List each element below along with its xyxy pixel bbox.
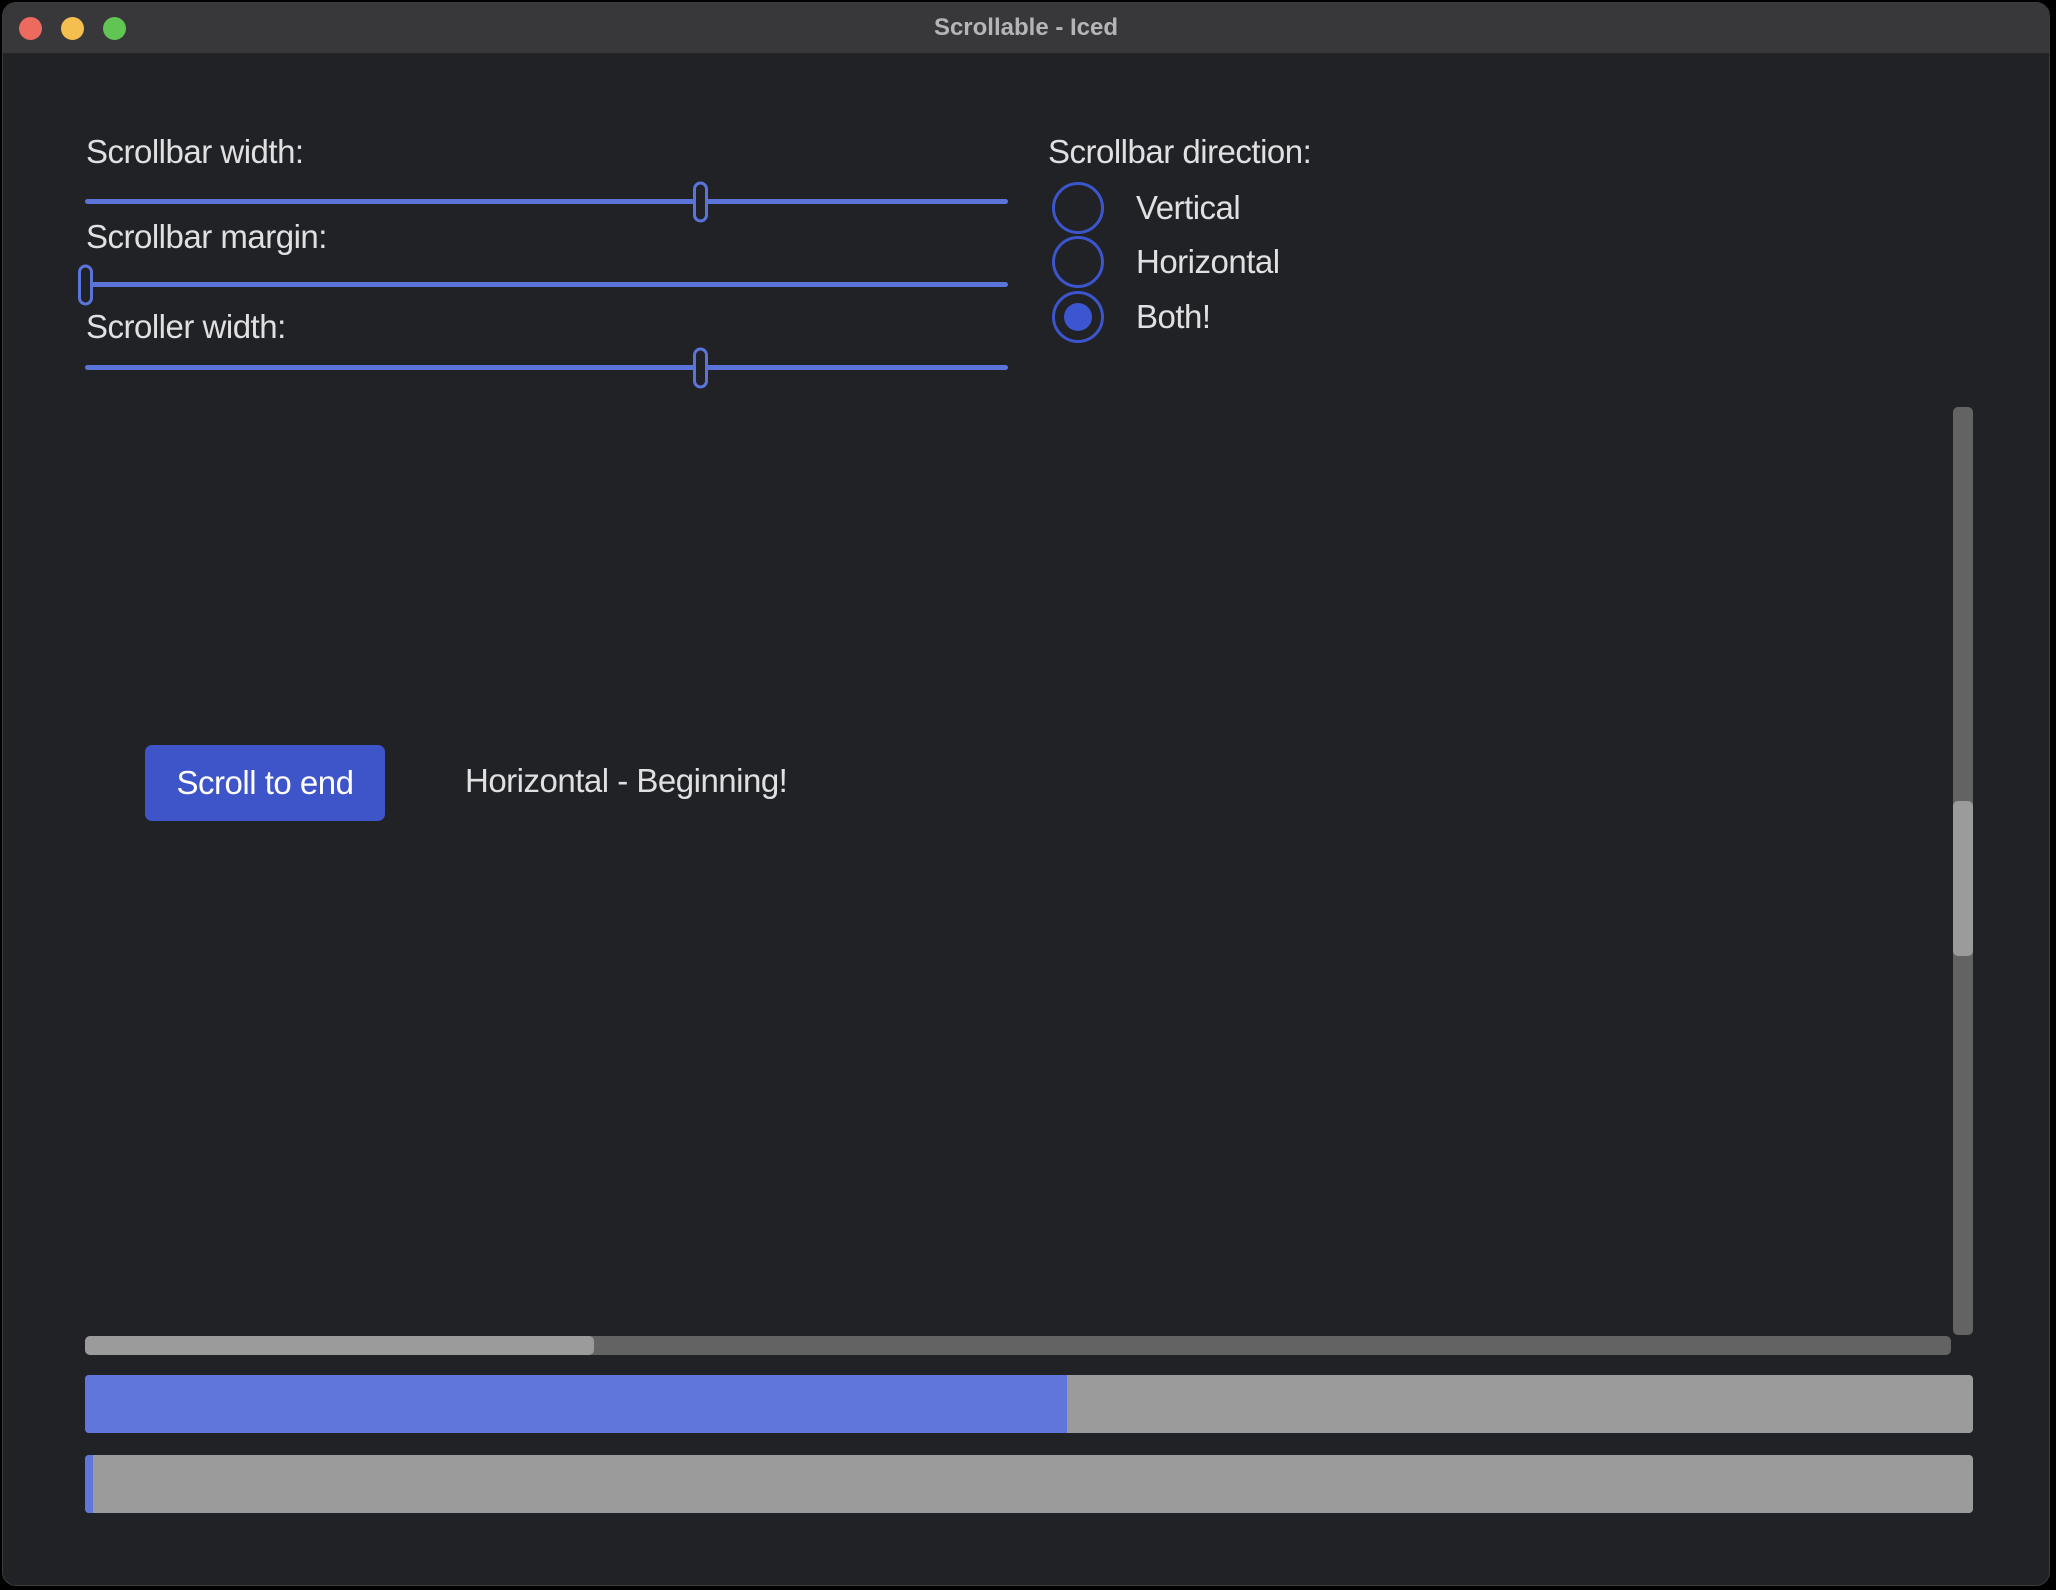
window-controls — [19, 3, 126, 53]
close-window-button[interactable] — [19, 17, 42, 40]
scroller-width-label: Scroller width: — [86, 309, 286, 345]
scrollbar-margin-label: Scrollbar margin: — [86, 219, 327, 255]
vertical-scrollbar-track[interactable] — [1953, 407, 1973, 1335]
scrollbar-width-label: Scrollbar width: — [86, 134, 304, 170]
radio-horizontal[interactable]: Horizontal — [1052, 235, 1280, 289]
radio-horizontal-circle[interactable] — [1052, 236, 1104, 288]
app-window: Scrollable - Iced Scrollbar width: Scrol… — [2, 2, 2050, 1586]
minimize-window-button[interactable] — [61, 17, 84, 40]
vertical-progress-bar — [85, 1455, 1973, 1513]
vertical-scrollbar-thumb[interactable] — [1953, 801, 1973, 956]
scrollbar-margin-slider-handle[interactable] — [78, 264, 93, 305]
radio-vertical-circle[interactable] — [1052, 182, 1104, 234]
scroller-width-slider[interactable] — [85, 365, 1008, 370]
window-title: Scrollable - Iced — [934, 14, 1118, 42]
scrollbar-direction-label: Scrollbar direction: — [1048, 134, 1311, 170]
radio-both-label: Both! — [1136, 298, 1211, 336]
scroller-width-slider-handle[interactable] — [693, 347, 708, 388]
zoom-window-button[interactable] — [103, 17, 126, 40]
scrollbar-width-slider-handle[interactable] — [693, 181, 708, 222]
radio-both-circle[interactable] — [1052, 291, 1104, 343]
titlebar: Scrollable - Iced — [3, 3, 2049, 54]
scroll-to-end-button[interactable]: Scroll to end — [145, 745, 385, 821]
vertical-progress-fill — [85, 1455, 93, 1513]
radio-vertical-label: Vertical — [1136, 189, 1240, 227]
horizontal-scrollbar-track[interactable] — [85, 1336, 1951, 1355]
horizontal-progress-bar — [85, 1375, 1973, 1433]
radio-vertical[interactable]: Vertical — [1052, 181, 1240, 235]
scrollbar-width-slider[interactable] — [85, 199, 1008, 204]
radio-both[interactable]: Both! — [1052, 290, 1211, 344]
radio-horizontal-label: Horizontal — [1136, 243, 1280, 281]
horizontal-progress-fill — [85, 1375, 1067, 1433]
radio-both-dot — [1064, 303, 1092, 331]
scroll-status-text: Horizontal - Beginning! — [465, 762, 787, 800]
scrollbar-margin-slider[interactable] — [85, 282, 1008, 287]
horizontal-scrollbar-thumb[interactable] — [85, 1336, 594, 1355]
screen: Scrollable - Iced Scrollbar width: Scrol… — [0, 0, 2056, 1590]
